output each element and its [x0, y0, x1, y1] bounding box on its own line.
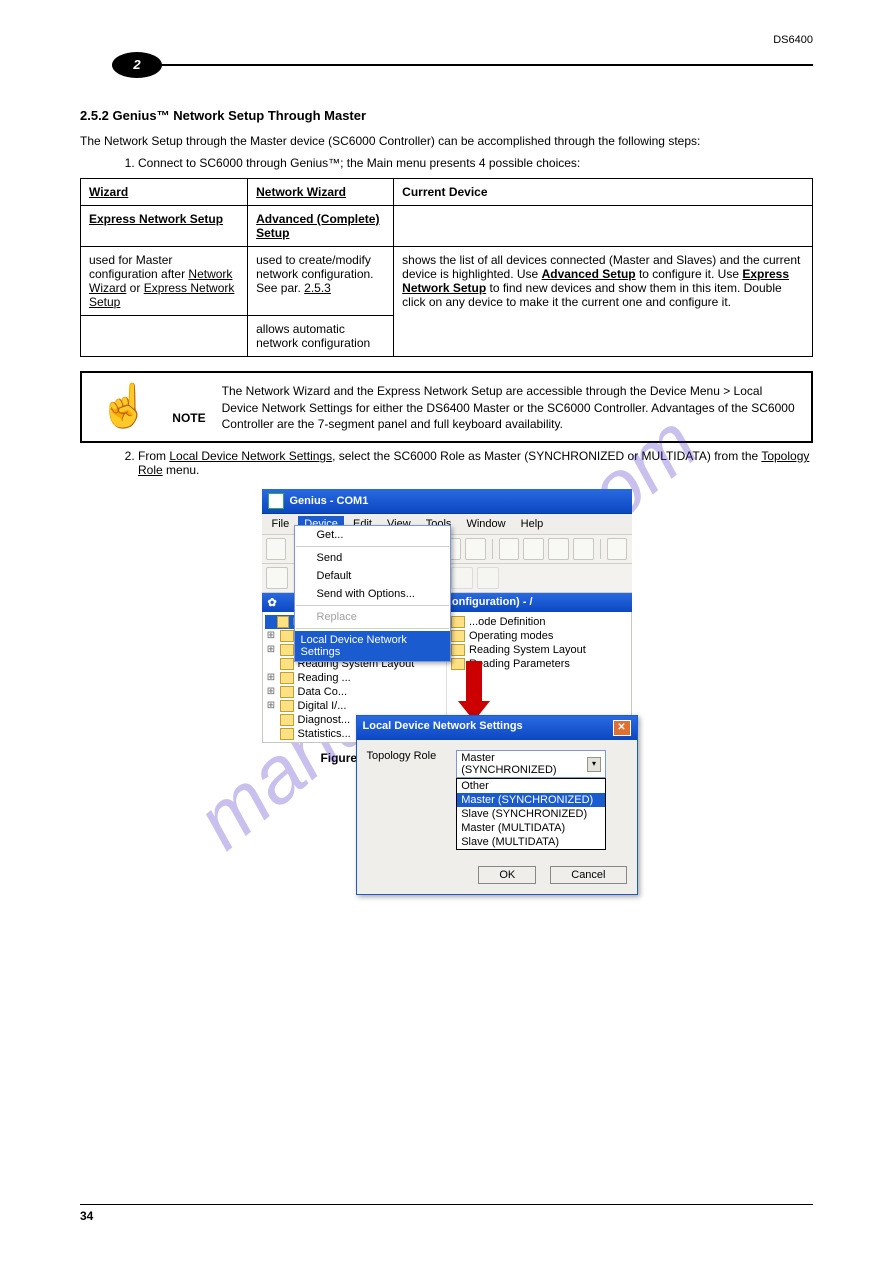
menu-item-get[interactable]: Get... [295, 526, 450, 544]
folder-icon [280, 714, 294, 726]
folder-icon [280, 658, 294, 670]
page-header: DS6400 2 [80, 50, 813, 78]
combo-option-selected[interactable]: Master (SYNCHRONIZED) [457, 793, 605, 807]
combo-option[interactable]: Other [457, 779, 605, 793]
list-item: Reading System Layout [449, 643, 629, 657]
tree-item-reading: ⊞Reading ... [265, 671, 445, 685]
menu-item-send[interactable]: Send [295, 549, 450, 567]
folder-icon [451, 644, 465, 656]
gear-icon: ✿ [268, 596, 277, 609]
receive-icon[interactable] [465, 538, 486, 560]
topology-role-label: Topology Role [367, 750, 437, 850]
tree-item-data: ⊞Data Co... [265, 685, 445, 699]
menu-item-replace: Replace [295, 608, 450, 626]
redo-icon[interactable] [477, 567, 499, 589]
chapter-badge: 2 [112, 52, 162, 78]
section-title: 2.5.2 Genius™ Network Setup Through Mast… [80, 108, 813, 123]
step-list-2: From Local Device Network Settings, sele… [98, 449, 813, 477]
row2-c1: Express Network Setup [81, 205, 248, 246]
cancel-button[interactable]: Cancel [550, 866, 626, 884]
menu-item-send-options[interactable]: Send with Options... [295, 585, 450, 603]
ok-button[interactable]: OK [478, 866, 536, 884]
tree-item-digital: ⊞Digital I/... [265, 699, 445, 713]
intro-text: The Network Setup through the Master dev… [80, 133, 813, 150]
step-list: Connect to SC6000 through Genius™; the M… [98, 156, 813, 170]
dialog-title: Local Device Network Settings [363, 720, 523, 736]
device-dropdown[interactable]: Get... Send Default Send with Options...… [294, 525, 451, 662]
row4-c1 [81, 315, 248, 356]
page-footer: 34 [80, 1204, 813, 1223]
list-item: ...ode Definition [449, 615, 629, 629]
folder-icon [280, 630, 294, 642]
th-wizard: Wizard [81, 178, 248, 205]
row4-c2: allows automatic network configuration [248, 315, 394, 356]
print-icon[interactable] [607, 538, 628, 560]
window-title: Genius - COM1 [290, 495, 369, 507]
menu-item-local-network[interactable]: Local Device Network Settings [295, 631, 450, 661]
callout-arrow-icon [460, 661, 488, 719]
folder-icon [280, 700, 294, 712]
chevron-down-icon[interactable]: ▾ [587, 757, 601, 772]
undo-icon[interactable] [451, 567, 473, 589]
note-box: ☝ NOTE The Network Wizard and the Expres… [80, 371, 813, 443]
page-number: 34 [80, 1209, 93, 1223]
header-product: DS6400 [773, 34, 813, 46]
th-current-device: Current Device [394, 178, 813, 205]
app-icon [268, 493, 284, 509]
th-network-wizard: Network Wizard [248, 178, 394, 205]
topology-role-combo[interactable]: Master (SYNCHRONIZED) ▾ Other Master (SY… [456, 750, 606, 850]
combo-dropdown-list: Other Master (SYNCHRONIZED) Slave (SYNCH… [456, 778, 606, 850]
menu-window[interactable]: Window [460, 516, 511, 532]
row2-c3 [394, 205, 813, 246]
folder-icon [280, 644, 294, 656]
menu-help[interactable]: Help [515, 516, 550, 532]
combo-option[interactable]: Master (MULTIDATA) [457, 821, 605, 835]
folder-icon [280, 728, 294, 740]
home-icon[interactable] [266, 567, 288, 589]
window-titlebar: Genius - COM1 [262, 489, 632, 514]
row2-c2: Advanced (Complete) Setup [248, 205, 394, 246]
screenshot-figure: Genius - COM1 File Device Edit View Tool… [262, 489, 632, 743]
new-icon[interactable] [266, 538, 287, 560]
list-item: Operating modes [449, 629, 629, 643]
cut-icon[interactable] [499, 538, 520, 560]
folder-icon [451, 630, 465, 642]
folder-icon [280, 686, 294, 698]
row3-c1: used for Master configuration after Netw… [81, 246, 248, 315]
close-icon[interactable]: ✕ [613, 720, 631, 736]
folder-icon [280, 672, 294, 684]
combo-option[interactable]: Slave (SYNCHRONIZED) [457, 807, 605, 821]
folder-icon [451, 616, 465, 628]
menu-item-default[interactable]: Default [295, 567, 450, 585]
pointing-hand-icon: ☝ [92, 381, 156, 431]
delete-icon[interactable] [573, 538, 594, 560]
explorer-title: ...onfiguration) - / [443, 596, 533, 609]
combo-value: Master (SYNCHRONIZED) [461, 752, 587, 776]
row3-c2: used to create/modify network configurat… [248, 246, 394, 315]
row3-c3: shows the list of all devices connected … [394, 246, 813, 356]
folder-icon [277, 616, 288, 628]
header-rule [140, 64, 813, 66]
choice-table: Wizard Network Wizard Current Device Exp… [80, 178, 813, 357]
network-settings-dialog: Local Device Network Settings ✕ Topology… [356, 715, 638, 895]
step-2: From Local Device Network Settings, sele… [138, 449, 813, 477]
paste-icon[interactable] [548, 538, 569, 560]
menu-file[interactable]: File [266, 516, 296, 532]
genius-app-window: Genius - COM1 File Device Edit View Tool… [262, 489, 632, 743]
copy-icon[interactable] [523, 538, 544, 560]
combo-option[interactable]: Slave (MULTIDATA) [457, 835, 605, 849]
step-1: Connect to SC6000 through Genius™; the M… [138, 156, 813, 170]
note-label: NOTE [172, 411, 205, 425]
note-text: The Network Wizard and the Express Netwo… [222, 383, 801, 433]
